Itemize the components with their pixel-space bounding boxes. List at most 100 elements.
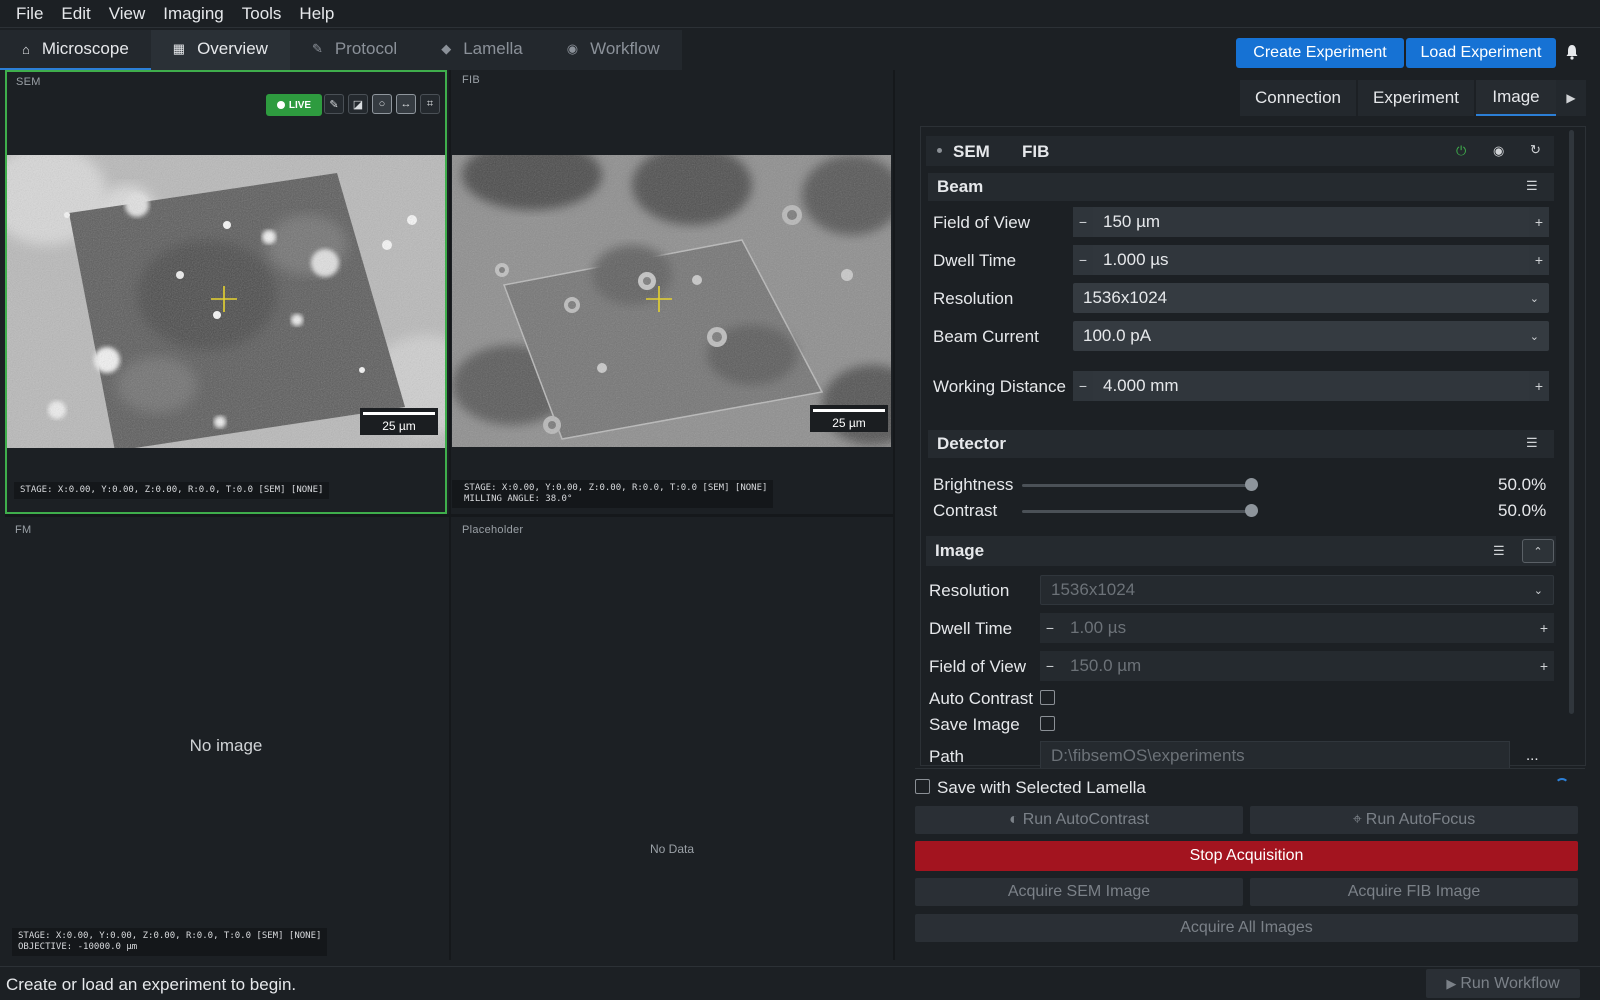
sliders-icon[interactable]: ☰ (1526, 435, 1538, 451)
tab-protocol[interactable]: ✎ Protocol (290, 30, 419, 70)
run-autofocus-button[interactable]: ⌖ Run AutoFocus (1250, 806, 1578, 834)
beam-current-select[interactable]: 100.0 pA ⌄ (1073, 321, 1549, 351)
sliders-icon[interactable]: ☰ (1526, 178, 1538, 194)
image-fov-value[interactable]: 150.0 µm (1060, 651, 1534, 681)
acquire-fib-button[interactable]: Acquire FIB Image (1250, 878, 1578, 906)
image-resolution-select[interactable]: 1536x1024 ⌄ (1040, 575, 1554, 605)
increment-button[interactable]: + (1529, 207, 1549, 237)
tab-workflow[interactable]: ◉ Workflow (545, 30, 682, 70)
auto-contrast-checkbox[interactable] (1040, 690, 1055, 705)
decrement-button[interactable]: − (1073, 371, 1093, 401)
scale-bar-line (813, 409, 885, 412)
menu-help[interactable]: Help (290, 0, 343, 28)
working-distance-stepper[interactable]: −4.000 mm + (1073, 371, 1549, 401)
increment-button[interactable]: + (1534, 651, 1554, 681)
live-dot-icon (276, 101, 285, 109)
run-autocontrast-button[interactable]: ◐ Run AutoContrast (915, 806, 1243, 834)
decrement-button[interactable]: − (1073, 207, 1093, 237)
browse-button[interactable]: ... (1526, 747, 1539, 764)
contrast-slider-handle[interactable] (1245, 504, 1258, 517)
image-section-header[interactable]: Image (926, 536, 1556, 566)
path-input[interactable]: D:\fibsemOS\experiments (1040, 741, 1510, 769)
fib-tab[interactable]: FIB (1022, 142, 1049, 162)
tab-experiment[interactable]: Experiment (1358, 80, 1474, 116)
resolution-value: 1536x1024 (1083, 288, 1168, 307)
fov-stepper[interactable]: −150 µm + (1073, 207, 1549, 237)
power-icon[interactable]: ⏻ (1456, 143, 1466, 159)
image-dwell-stepper[interactable]: −1.00 µs + (1040, 613, 1554, 643)
dwell-stepper[interactable]: −1.000 µs + (1073, 245, 1549, 275)
beam-current-label: Beam Current (933, 327, 1039, 346)
sem-tab[interactable]: SEM (953, 142, 990, 162)
dwell-value[interactable]: 1.000 µs (1093, 245, 1529, 275)
splitter-horizontal[interactable] (5, 514, 893, 517)
save-image-checkbox[interactable] (1040, 716, 1055, 731)
brightness-slider[interactable] (1022, 484, 1258, 487)
tab-lamella[interactable]: ◆ Lamella (419, 30, 545, 70)
sem-image[interactable] (7, 155, 445, 448)
contrast-slider[interactable] (1022, 510, 1258, 513)
detector-section-header[interactable]: Detector (928, 430, 1554, 458)
image-dwell-value[interactable]: 1.00 µs (1060, 613, 1534, 643)
tab-image[interactable]: Image (1476, 80, 1556, 116)
increment-button[interactable]: + (1534, 613, 1554, 643)
run-workflow-button[interactable]: ▶ Run Workflow (1426, 969, 1580, 998)
stop-acquisition-button[interactable]: Stop Acquisition (915, 841, 1578, 871)
status-message: Create or load an experiment to begin. (6, 975, 297, 994)
splitter-panel[interactable] (893, 70, 895, 960)
dwell-label: Dwell Time (933, 251, 1017, 270)
loading-spinner-icon (1555, 778, 1569, 792)
refresh-icon[interactable]: ↻ (1530, 142, 1541, 158)
placeholder-viewer[interactable]: Placeholder No Data (452, 518, 892, 960)
resolution-select[interactable]: 1536x1024 ⌄ (1073, 283, 1549, 313)
fib-viewer[interactable]: FIB 25 µm STAGE: X:0.00, Y:0.00, Z:0.00,… (452, 72, 892, 512)
tab-microscope[interactable]: ⌂ Microscope (0, 30, 151, 70)
image-resolution-label: Resolution (929, 581, 1010, 600)
eye-icon[interactable]: ◉ (1493, 143, 1504, 159)
menu-tools[interactable]: Tools (233, 0, 291, 28)
working-distance-value[interactable]: 4.000 mm (1093, 371, 1529, 401)
live-badge[interactable]: LIVE (266, 94, 322, 116)
load-experiment-button[interactable]: Load Experiment (1406, 38, 1556, 68)
decrement-button[interactable]: − (1073, 245, 1093, 275)
fm-viewer[interactable]: FM No image STAGE: X:0.00, Y:0.00, Z:0.0… (5, 518, 447, 960)
menu-view[interactable]: View (100, 0, 155, 28)
increment-button[interactable]: + (1529, 245, 1549, 275)
chevron-up-icon[interactable]: ⌃ (1522, 539, 1554, 563)
scale-bar: 25 µm (360, 408, 438, 435)
decrement-button[interactable]: − (1040, 651, 1060, 681)
image-fov-stepper[interactable]: −150.0 µm + (1040, 651, 1554, 681)
tab-scroll-right-icon[interactable]: ▶ (1556, 80, 1586, 116)
play-icon: ▶ (1446, 975, 1457, 991)
menu-edit[interactable]: Edit (52, 0, 99, 28)
play-circle-icon: ◉ (566, 41, 579, 56)
acquire-sem-button[interactable]: Acquire SEM Image (915, 878, 1243, 906)
beam-section-header[interactable]: Beam (928, 173, 1554, 201)
tab-overview[interactable]: ▦ Overview (150, 30, 290, 70)
save-with-lamella-checkbox[interactable] (915, 779, 930, 794)
create-experiment-button[interactable]: Create Experiment (1236, 38, 1404, 68)
acquire-all-button[interactable]: Acquire All Images (915, 914, 1578, 942)
fov-value[interactable]: 150 µm (1093, 207, 1529, 237)
decrement-button[interactable]: − (1040, 613, 1060, 643)
no-data-label: No Data (649, 842, 695, 856)
sem-viewer[interactable]: SEM LIVE 25 µm STAGE: X:0.00, Y:0.00, Z:… (5, 70, 447, 514)
pencil-icon[interactable]: ✎ (324, 94, 344, 114)
sliders-icon[interactable]: ☰ (1493, 543, 1505, 559)
menu-file[interactable]: File (7, 0, 52, 28)
live-label: LIVE (288, 99, 312, 111)
fit-view-icon[interactable]: ⌗ (420, 94, 440, 114)
target-icon[interactable]: ○ (372, 94, 392, 114)
microscope-icon: ⌂ (22, 41, 30, 57)
edit-box-icon[interactable]: ◪ (348, 94, 368, 114)
brightness-slider-handle[interactable] (1245, 478, 1258, 491)
bell-icon[interactable] (1566, 44, 1578, 60)
fib-image[interactable] (452, 155, 891, 447)
increment-button[interactable]: + (1529, 371, 1549, 401)
menu-imaging[interactable]: Imaging (154, 0, 232, 28)
tab-connection[interactable]: Connection (1240, 80, 1356, 116)
panel-scrollbar[interactable] (1569, 130, 1574, 714)
detector-title: Detector (937, 434, 1006, 453)
viewer-label: FM (15, 524, 32, 536)
measure-icon[interactable]: ↔ (396, 94, 416, 114)
